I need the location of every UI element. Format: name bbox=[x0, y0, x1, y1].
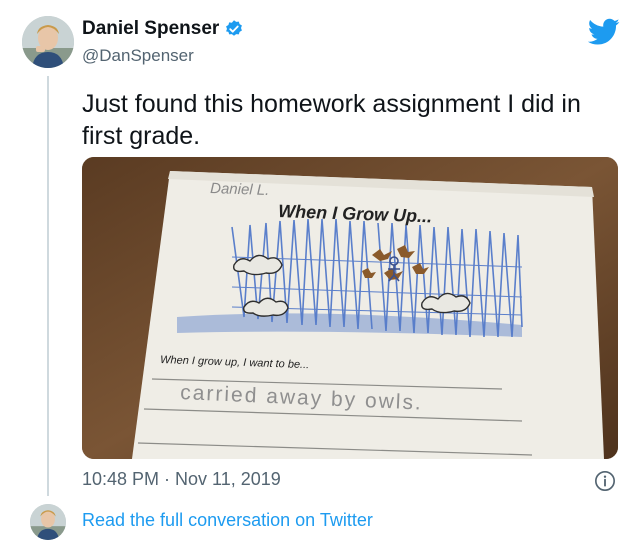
homework-photo-illustration: Daniel L. When I Grow Up... When I grow … bbox=[82, 157, 618, 459]
author-avatar[interactable] bbox=[22, 16, 74, 68]
read-full-conversation-link[interactable]: Read the full conversation on Twitter bbox=[82, 510, 373, 531]
author-display-name[interactable]: Daniel Spenser bbox=[82, 18, 219, 40]
tweet-text: Just found this homework assignment I di… bbox=[82, 90, 581, 150]
footer-avatar[interactable] bbox=[30, 504, 66, 540]
twitter-bird-icon[interactable] bbox=[588, 18, 620, 46]
tweet-photo[interactable]: Daniel L. When I Grow Up... When I grow … bbox=[82, 157, 618, 459]
author-name-row[interactable]: Daniel Spenser bbox=[82, 18, 244, 40]
verified-badge-icon bbox=[226, 20, 243, 36]
student-name-text: Daniel L. bbox=[210, 180, 270, 199]
tweet-timestamp[interactable]: 10:48 PM · Nov 11, 2019 bbox=[82, 469, 281, 490]
avatar-portrait bbox=[22, 16, 74, 68]
author-handle[interactable]: @DanSpenser bbox=[82, 46, 194, 66]
thread-connector-line bbox=[47, 76, 49, 496]
info-icon[interactable] bbox=[594, 470, 616, 492]
avatar-portrait-small bbox=[30, 504, 66, 540]
